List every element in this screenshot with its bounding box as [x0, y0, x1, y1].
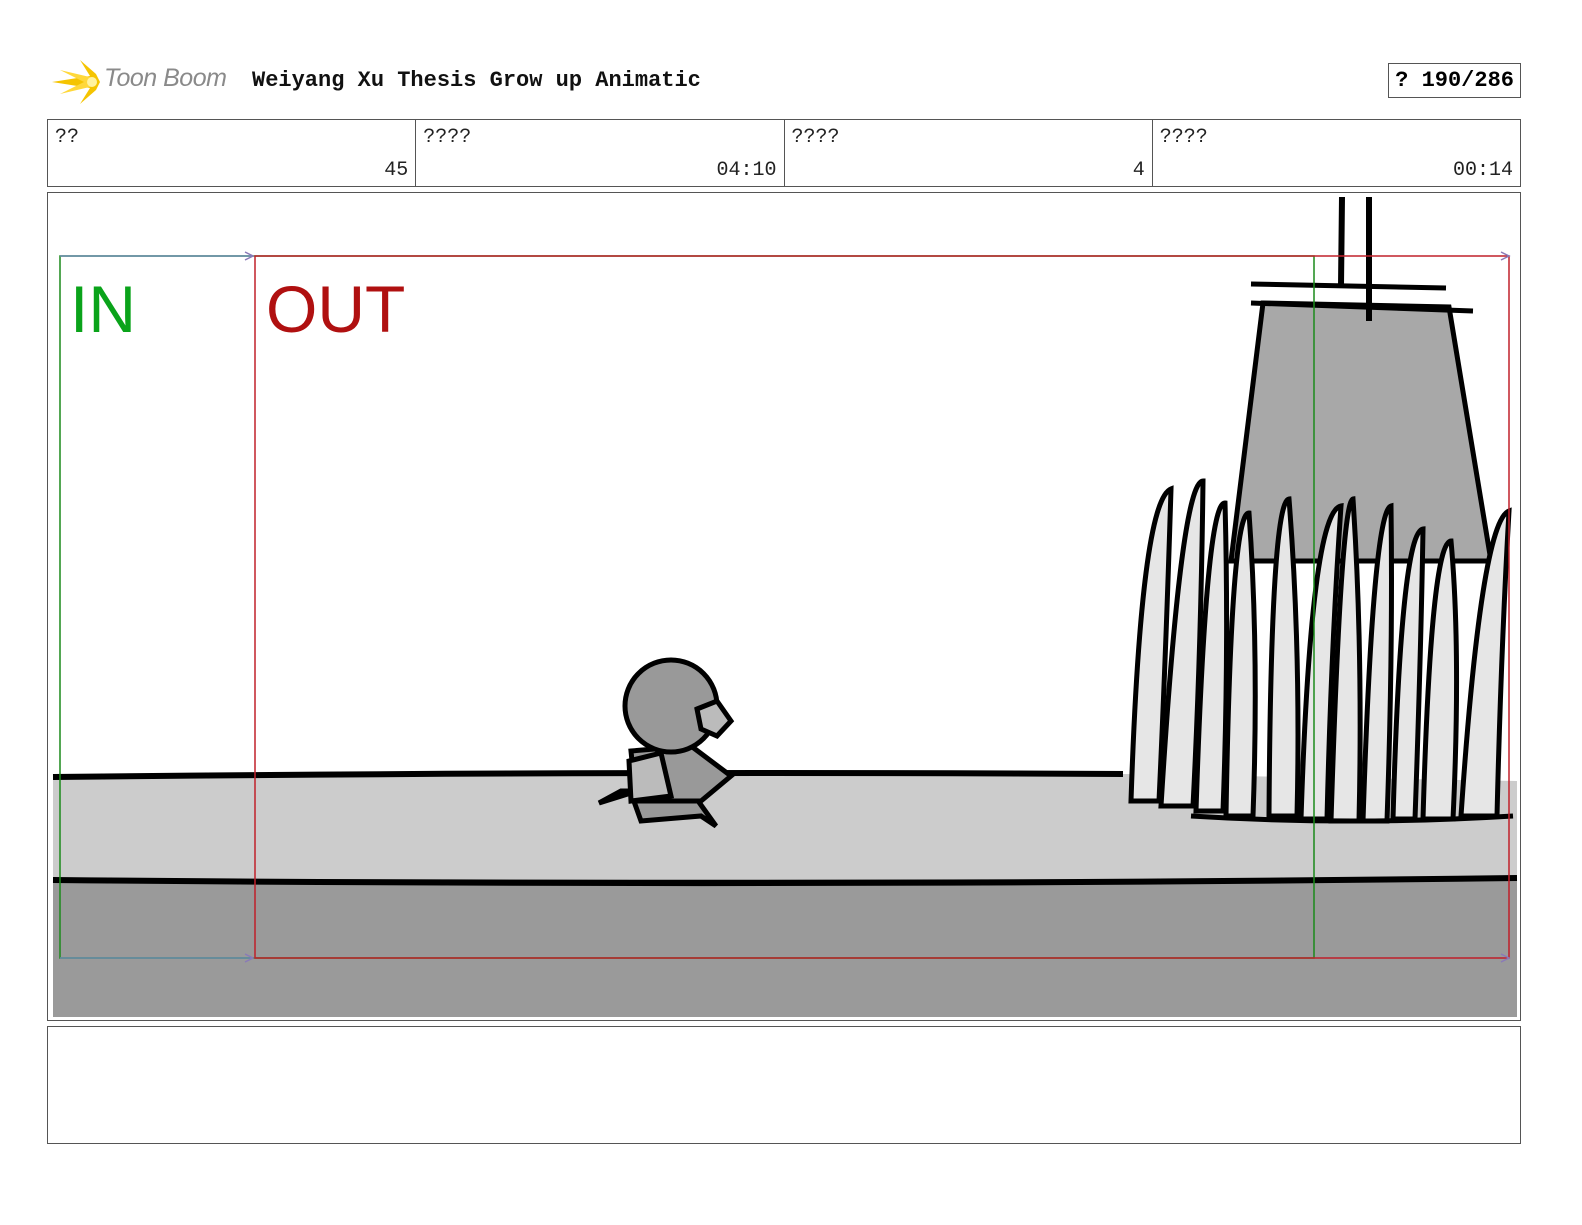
panel-info-bar: ?? 45 ???? 04:10 ???? 4 ???? 00:14: [47, 119, 1521, 187]
in-label: IN: [70, 272, 136, 346]
project-title: Weiyang Xu Thesis Grow up Animatic: [252, 68, 701, 93]
info-label: ??: [55, 126, 80, 149]
info-label: ????: [1159, 126, 1208, 149]
info-label: ????: [423, 126, 472, 149]
info-label: ????: [791, 126, 840, 149]
info-value: 00:14: [1452, 159, 1513, 182]
info-value: 45: [384, 159, 409, 182]
logo-text: Toon Boom: [104, 64, 227, 92]
out-label: OUT: [266, 272, 406, 346]
notes-box: [47, 1026, 1521, 1144]
info-cell-duration: ???? 04:10: [415, 120, 783, 186]
info-value: 04:10: [716, 159, 777, 182]
info-value: 4: [1132, 159, 1145, 182]
info-cell-scene: ?? 45: [48, 120, 415, 186]
page-indicator: ? 190/286: [1388, 63, 1521, 98]
storyboard-panel: IN OUT: [47, 192, 1521, 1021]
foreground: [53, 879, 1517, 1017]
info-cell-panel-duration: ???? 00:14: [1151, 120, 1520, 186]
info-cell-panel: ???? 4: [783, 120, 1152, 186]
